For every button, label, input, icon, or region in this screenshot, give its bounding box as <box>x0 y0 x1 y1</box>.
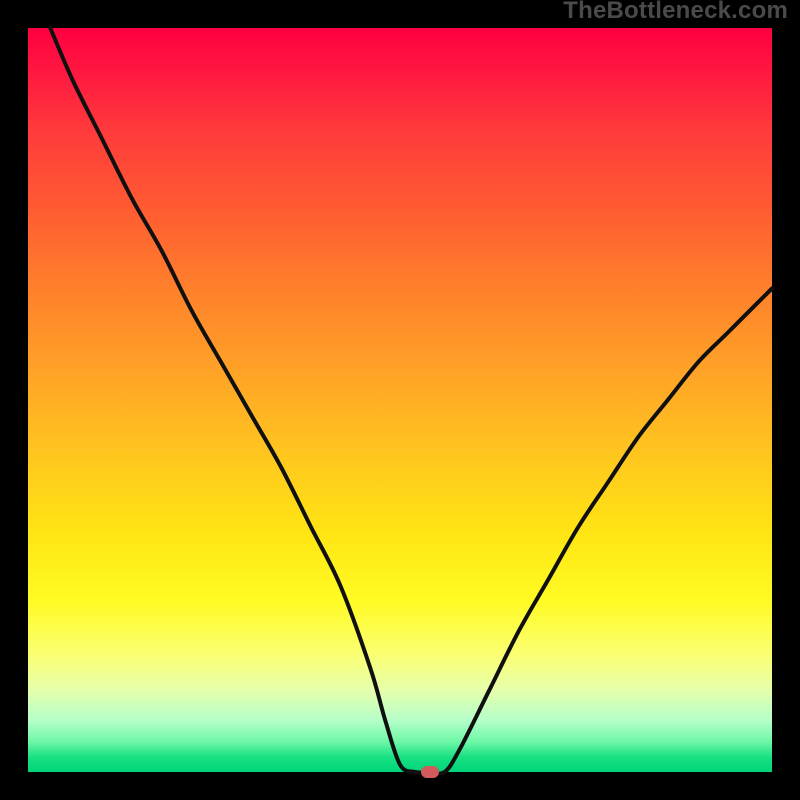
optimal-marker <box>421 766 439 778</box>
curve-path <box>50 28 772 774</box>
chart-frame: TheBottleneck.com <box>0 0 800 800</box>
watermark-text: TheBottleneck.com <box>563 0 788 25</box>
bottleneck-curve <box>28 28 772 772</box>
plot-area <box>28 28 772 772</box>
